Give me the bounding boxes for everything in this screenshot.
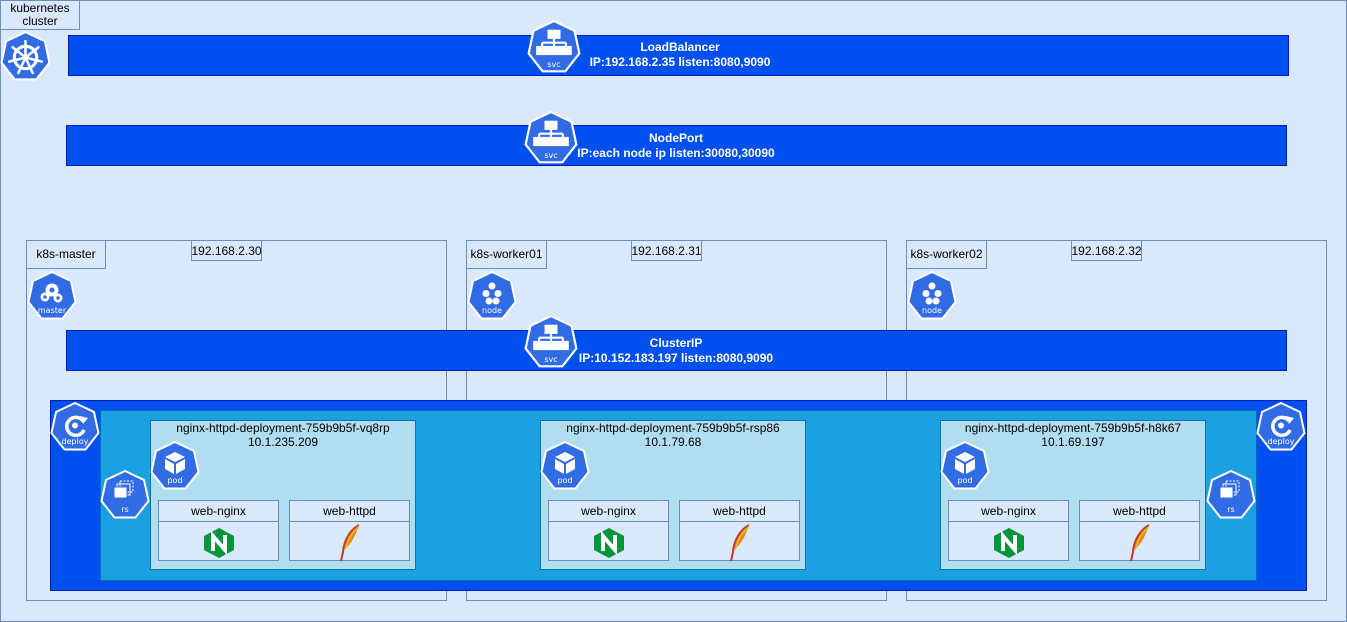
service-detail: IP:192.168.2.35 listen:8080,9090 [589, 55, 771, 69]
kubernetes-node-icon: node [467, 271, 517, 321]
container-web-nginx[interactable]: web-nginx [948, 500, 1069, 561]
pod-icon-label: pod [167, 476, 183, 485]
container-web-nginx[interactable]: web-nginx [158, 500, 279, 561]
kubernetes-service-icon: svc [524, 315, 578, 369]
kubernetes-pod-icon: pod [150, 441, 200, 491]
pod-name: nginx-httpd-deployment-759b9b5f-h8k67 [964, 421, 1182, 435]
cluster-label: kubernetes cluster [0, 0, 80, 30]
node-ip-label: 192.168.2.31 [631, 240, 702, 261]
deploy-icon-label: deploy [61, 437, 89, 446]
kubernetes-replicaset-icon: rs [100, 470, 150, 520]
svc-icon-label: svc [544, 151, 558, 160]
master-icon-label: master [37, 306, 67, 315]
container-web-httpd[interactable]: web-httpd [289, 500, 410, 562]
kubernetes-service-icon: svc [524, 111, 578, 165]
nodeport-service-text: NodePort IP:each node ip listen:30080,30… [556, 131, 796, 161]
pod-icon-label: pod [557, 476, 573, 485]
node-icon-label: node [922, 306, 942, 315]
container-name: web-nginx [949, 501, 1068, 522]
rs-icon-label: rs [1227, 505, 1235, 514]
pod-icon-label: pod [957, 476, 973, 485]
nginx-logo-icon [549, 522, 668, 559]
kubernetes-pod-icon: pod [940, 441, 990, 491]
apache-feather-icon [1080, 522, 1199, 562]
container-name: web-httpd [290, 501, 409, 522]
svc-icon-label: svc [544, 355, 558, 364]
loadbalancer-service-text: LoadBalancer IP:192.168.2.35 listen:8080… [560, 40, 800, 70]
nginx-logo-icon [159, 522, 278, 559]
pod-name: nginx-httpd-deployment-759b9b5f-rsp86 [566, 421, 780, 435]
container-name: web-httpd [680, 501, 799, 522]
pod-name: nginx-httpd-deployment-759b9b5f-vq8rp [176, 421, 390, 435]
kubernetes-service-icon: svc [527, 20, 581, 74]
node-name-label: k8s-worker02 [906, 240, 987, 269]
container-name: web-nginx [549, 501, 668, 522]
clusterip-service-text: ClusterIP IP:10.152.183.197 listen:8080,… [556, 336, 796, 366]
node-name-label: k8s-worker01 [466, 240, 547, 269]
node-name-label: k8s-master [26, 240, 106, 269]
service-type: NodePort [649, 131, 703, 145]
kubernetes-master-icon: master [27, 271, 77, 321]
node-icon-label: node [482, 306, 502, 315]
kubernetes-helm-icon [0, 31, 51, 82]
apache-feather-icon [290, 522, 409, 562]
service-detail: IP:each node ip listen:30080,30090 [577, 146, 775, 160]
rs-icon-label: rs [121, 505, 129, 514]
service-detail: IP:10.152.183.197 listen:8080,9090 [578, 351, 774, 365]
service-type: LoadBalancer [640, 40, 720, 54]
kubernetes-deployment-icon: deploy [50, 402, 100, 452]
container-web-nginx[interactable]: web-nginx [548, 500, 669, 561]
kubernetes-deployment-icon: deploy [1256, 402, 1306, 452]
apache-feather-icon [680, 522, 799, 562]
node-ip-label: 192.168.2.32 [1071, 240, 1142, 261]
container-web-httpd[interactable]: web-httpd [679, 500, 800, 562]
container-name: web-httpd [1080, 501, 1199, 522]
kubernetes-pod-icon: pod [540, 441, 590, 491]
deploy-icon-label: deploy [1267, 437, 1295, 446]
service-type: ClusterIP [649, 336, 703, 350]
container-web-httpd[interactable]: web-httpd [1079, 500, 1200, 562]
nginx-logo-icon [949, 522, 1068, 559]
container-name: web-nginx [159, 501, 278, 522]
kubernetes-replicaset-icon: rs [1206, 470, 1256, 520]
node-ip-label: 192.168.2.30 [191, 240, 262, 261]
kubernetes-node-icon: node [907, 271, 957, 321]
svc-icon-label: svc [547, 60, 561, 69]
